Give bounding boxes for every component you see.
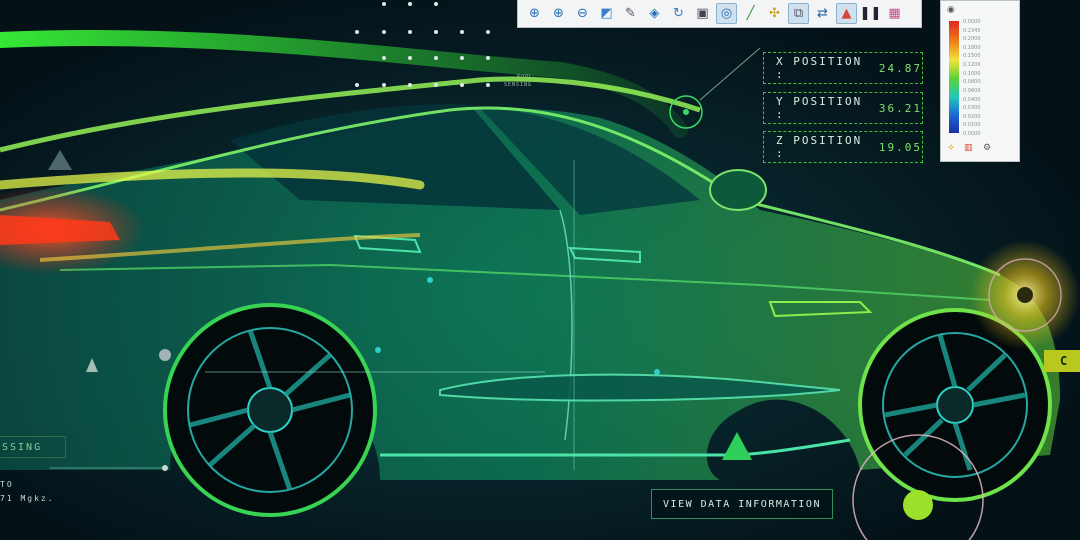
legend-header-icon: ◉ bbox=[947, 5, 955, 15]
probe-icon[interactable]: ✎ bbox=[620, 3, 641, 24]
colormap-icon[interactable]: ▲ bbox=[836, 3, 857, 24]
select-icon[interactable]: ◎ bbox=[716, 3, 737, 24]
cube-view-icon[interactable]: ◈ bbox=[644, 3, 665, 24]
view-data-information-button[interactable]: VIEW DATA INFORMATION bbox=[651, 489, 833, 519]
legend-tick: 0.0800 bbox=[963, 79, 981, 86]
vector-icon[interactable]: ⇄ bbox=[812, 3, 833, 24]
bottom-left-label-1: TO bbox=[0, 480, 14, 489]
z-position-label: Z POSITION : bbox=[776, 134, 863, 160]
legend-tick: 0.2000 bbox=[963, 36, 981, 43]
x-position-value: 24.87 bbox=[878, 61, 922, 75]
rear-wheel bbox=[163, 303, 377, 517]
settings-icon[interactable]: ⚙ bbox=[983, 143, 991, 153]
legend-tick: 0.0000 bbox=[963, 131, 981, 137]
legend-tick: 0.0100 bbox=[963, 122, 981, 129]
component-tag[interactable]: C bbox=[1044, 350, 1080, 372]
scale-icon[interactable]: ⟡ bbox=[948, 143, 954, 153]
legend-tick: 0.1000 bbox=[963, 70, 981, 77]
legend-tick: 0.0300 bbox=[963, 105, 981, 112]
mini-label-2: SENSING bbox=[504, 82, 533, 88]
zoom-out-icon[interactable]: ⊖ bbox=[572, 3, 593, 24]
rotate-icon[interactable]: ↻ bbox=[668, 3, 689, 24]
axis-icon[interactable]: ✣ bbox=[764, 3, 785, 24]
legend-tick: 0.0000 bbox=[963, 19, 981, 25]
zoom-in-icon[interactable]: ⊕ bbox=[548, 3, 569, 24]
legend-tick: 0.2345 bbox=[963, 27, 981, 34]
mini-label-1: ROOL bbox=[517, 74, 534, 80]
legend-tick: 0.0200 bbox=[963, 113, 981, 120]
pause-icon[interactable]: ❚❚ bbox=[860, 3, 882, 24]
x-position-label: X POSITION : bbox=[776, 55, 863, 81]
z-position-value: 19.05 bbox=[878, 140, 922, 154]
zoom-fit-icon[interactable]: ⊕ bbox=[524, 3, 545, 24]
ui-screenshot: ⊕ ⊕ ⊖ ◩ ✎ ◈ ↻ ▣ ◎ ╱ ✣ ⧉ ⇄ ▲ ❚❚ ▦ X POSITION : 24.87 Y P… bbox=[0, 0, 1080, 540]
clip-icon[interactable]: ⧉ bbox=[788, 3, 809, 24]
camera-icon[interactable]: ▣ bbox=[692, 3, 713, 24]
side-mirror bbox=[709, 169, 767, 211]
legend-tick: 0.0400 bbox=[963, 96, 981, 103]
colormap-bar bbox=[949, 21, 959, 133]
viewer-toolbar: ⊕ ⊕ ⊖ ◩ ✎ ◈ ↻ ▣ ◎ ╱ ✣ ⧉ ⇄ ▲ ❚❚ ▦ bbox=[517, 0, 922, 28]
legend-tick: 0.1800 bbox=[963, 44, 981, 51]
y-position-value: 36.21 bbox=[878, 101, 922, 115]
legend-tick: 0.1200 bbox=[963, 62, 981, 69]
y-position-readout: Y POSITION : 36.21 bbox=[763, 92, 923, 124]
legend-tick: 0.1500 bbox=[963, 53, 981, 60]
y-position-label: Y POSITION : bbox=[776, 95, 863, 121]
triangle-marker bbox=[722, 432, 752, 460]
bottom-left-label-2: 71 Mgkz. bbox=[0, 494, 55, 503]
leader-line bbox=[699, 47, 761, 101]
colormap-legend: ◉ 0.0000 0.2345 0.2000 0.1800 0.1500 0.1200 0.… bbox=[940, 0, 1020, 162]
z-position-readout: Z POSITION : 19.05 bbox=[763, 131, 923, 163]
legend-tick: 0.0600 bbox=[963, 87, 981, 94]
processing-label: SSING bbox=[0, 436, 66, 458]
dot-grid bbox=[355, 2, 490, 87]
export-icon[interactable]: ▦ bbox=[884, 3, 905, 24]
x-position-readout: X POSITION : 24.87 bbox=[763, 52, 923, 84]
crop-icon[interactable]: ◩ bbox=[596, 3, 617, 24]
line-icon[interactable]: ╱ bbox=[740, 3, 761, 24]
palette-icon[interactable]: ▥ bbox=[964, 143, 973, 153]
